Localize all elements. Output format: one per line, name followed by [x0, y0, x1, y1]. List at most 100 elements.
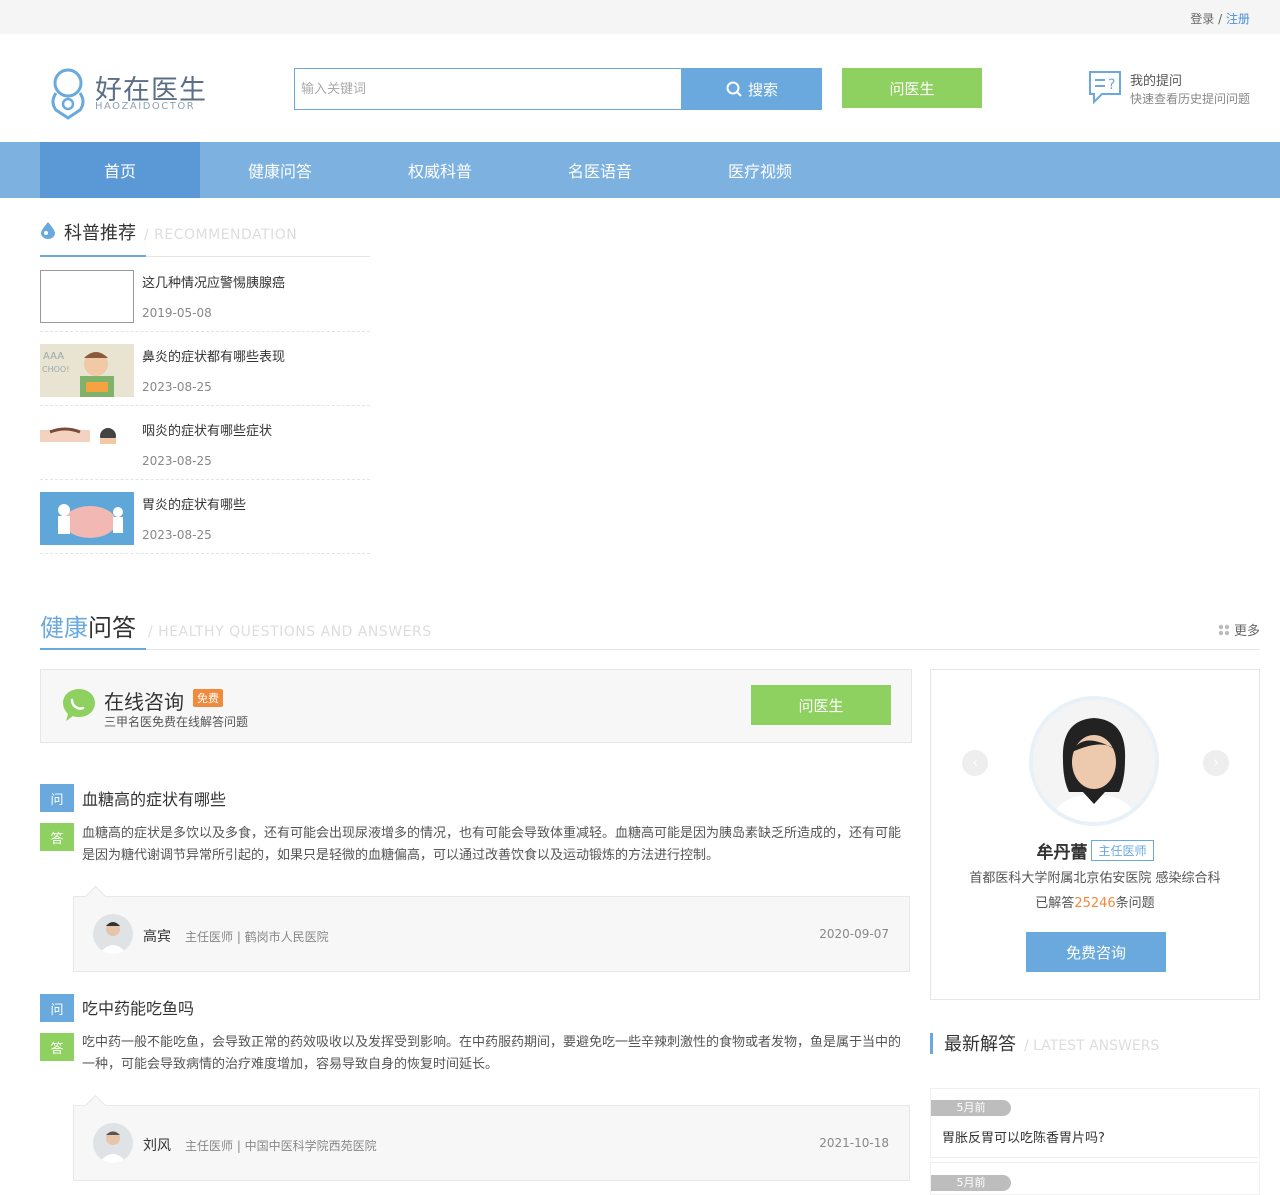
my-questions[interactable]: ? 我的提问 快速查看历史提问问题 — [1088, 68, 1258, 112]
more-link[interactable]: 更多 — [1218, 620, 1260, 639]
svg-text:?: ? — [1108, 77, 1115, 93]
latest-answers-header: 最新解答 / LATEST ANSWERS — [930, 1030, 1159, 1056]
recommend-item[interactable]: 这几种情况应警惕胰腺癌 2019-05-08 — [40, 258, 370, 332]
consult-ask-doctor-button[interactable]: 问医生 — [751, 685, 891, 725]
featured-doctor-name[interactable]: 牟丹蕾 — [1036, 838, 1087, 863]
consult-title: 在线咨询 — [104, 690, 184, 714]
article-date: 2023-08-25 — [142, 454, 212, 468]
article-thumbnail — [40, 418, 134, 471]
search-icon — [726, 81, 742, 97]
auth-separator: / — [1214, 12, 1226, 26]
answer-text: 血糖高的症状是多饮以及多食，还有可能会出现尿液增多的情况，也有可能会导致体重减轻… — [82, 826, 902, 863]
featured-doctor-title: 主任医师 — [1091, 840, 1154, 861]
answer-date: 2021-10-18 — [819, 1136, 889, 1150]
my-questions-title: 我的提问 — [1130, 74, 1183, 89]
article-title[interactable]: 鼻炎的症状都有哪些表现 — [142, 346, 285, 365]
answer-doctor-card: 刘风 主任医师 | 中国中医科学院西苑医院 2021-10-18 — [73, 1105, 910, 1181]
article-date: 2019-05-08 — [142, 306, 212, 320]
health-qa-title: 健康 问答 / HEALTHY QUESTIONS AND ANSWERS — [40, 608, 432, 643]
latest-answers-subtitle: / LATEST ANSWERS — [1024, 1038, 1160, 1054]
doctor-photo[interactable] — [1029, 696, 1159, 826]
recommend-title: 科普推荐 — [64, 223, 136, 244]
nav-item-health-qa[interactable]: 健康问答 — [200, 142, 360, 198]
recommend-item[interactable]: 胃炎的症状有哪些 2023-08-25 — [40, 480, 370, 554]
doctor-name-row: 牟丹蕾 主任医师 — [931, 838, 1259, 863]
featured-doctor-panel: ‹ › 牟丹蕾 主任医师 首都医科大学附属北京佑安医院 感染综合科 已解答252… — [930, 669, 1260, 1000]
doctor-info: 主任医师 | 中国中医科学院西苑医院 — [185, 1139, 377, 1153]
recommend-divider — [40, 255, 370, 257]
featured-doctor-hospital: 首都医科大学附属北京佑安医院 感染综合科 — [969, 871, 1221, 886]
question-tag: 问 — [40, 994, 74, 1022]
answer-tag: 答 — [40, 823, 74, 851]
login-link[interactable]: 登录 — [1190, 12, 1214, 26]
latest-answer-title[interactable]: 胃胀反胃可以吃陈香胃片吗? — [942, 1127, 1105, 1146]
register-link[interactable]: 注册 — [1226, 12, 1250, 26]
search-box — [294, 68, 682, 110]
article-thumbnail — [40, 492, 134, 545]
doctor-name[interactable]: 高宾 — [143, 926, 171, 946]
health-qa-title-part1: 健康 — [40, 614, 88, 642]
article-date: 2023-08-25 — [142, 528, 212, 542]
answered-prefix: 已解答 — [1035, 896, 1075, 911]
article-thumbnail: AAA CHOO! — [40, 344, 134, 397]
search-button-label: 搜索 — [747, 80, 778, 99]
next-arrow-icon[interactable]: › — [1203, 750, 1229, 776]
svg-text:AAA: AAA — [43, 351, 64, 362]
nav-item-home[interactable]: 首页 — [40, 142, 200, 198]
question-title[interactable]: 吃中药能吃鱼吗 — [82, 995, 194, 1019]
svg-text:CHOO!: CHOO! — [42, 365, 69, 374]
auth-links: 登录 / 注册 — [1190, 10, 1250, 27]
online-consult-banner: 在线咨询 免费 三甲名医免费在线解答问题 问医生 — [40, 669, 912, 743]
my-questions-desc: 快速查看历史提问问题 — [1130, 92, 1251, 106]
nav-item-voice[interactable]: 名医语音 — [520, 142, 680, 198]
answered-count: 25246 — [1074, 896, 1116, 911]
question-tag: 问 — [40, 784, 74, 812]
prev-arrow-icon[interactable]: ‹ — [962, 750, 988, 776]
drop-icon — [41, 222, 55, 239]
nav-item-video[interactable]: 医疗视频 — [680, 142, 840, 198]
time-ago-badge: 5月前 — [931, 1100, 1011, 1116]
answer-text: 吃中药一般不能吃鱼，会导致正常的药效吸收以及发挥受到影响。在中药服药期间，要避免… — [82, 1035, 902, 1072]
top-bar: 登录 / 注册 — [0, 0, 1280, 34]
recommend-subtitle: / RECOMMENDATION — [144, 227, 298, 243]
avatar[interactable] — [93, 1123, 133, 1163]
logo-subtitle: HAOZAIDOCTOR — [95, 101, 196, 112]
answer-date: 2020-09-07 — [819, 927, 889, 941]
article-title[interactable]: 这几种情况应警惕胰腺癌 — [142, 272, 285, 291]
answer-tag: 答 — [40, 1033, 74, 1061]
nav-item-science[interactable]: 权威科普 — [360, 142, 520, 198]
latest-answers-title: 最新解答 — [944, 1034, 1016, 1055]
ask-doctor-button[interactable]: 问医生 — [842, 68, 982, 108]
article-thumbnail — [40, 270, 134, 323]
more-label: 更多 — [1233, 624, 1260, 639]
recommend-header: 科普推荐 / RECOMMENDATION — [40, 219, 297, 245]
latest-answer-item[interactable]: 5月前 胃胀反胃可以吃陈香胃片吗? — [930, 1088, 1260, 1158]
health-qa-title-part2: 问答 — [88, 614, 136, 642]
answered-suffix: 条问题 — [1115, 896, 1155, 911]
recommend-item[interactable]: AAA CHOO! 鼻炎的症状都有哪些表现 2023-08-25 — [40, 332, 370, 406]
consult-desc: 三甲名医免费在线解答问题 — [104, 715, 249, 729]
site-header: 好在医生 HAOZAIDOCTOR 搜索 问医生 ? 我的提问 快速查看历史提问… — [0, 34, 1280, 142]
site-logo[interactable]: 好在医生 HAOZAIDOCTOR — [48, 68, 218, 120]
chat-bubble-icon — [63, 689, 95, 721]
time-ago-badge: 5月前 — [931, 1175, 1011, 1191]
article-title[interactable]: 咽炎的症状有哪些症状 — [142, 420, 272, 439]
health-qa-subtitle: / HEALTHY QUESTIONS AND ANSWERS — [148, 624, 432, 640]
recommend-item[interactable]: 咽炎的症状有哪些症状 2023-08-25 — [40, 406, 370, 480]
health-qa-header: 健康 问答 / HEALTHY QUESTIONS AND ANSWERS 更多 — [40, 608, 1260, 650]
free-badge: 免费 — [193, 689, 223, 707]
main-nav: 首页 健康问答 权威科普 名医语音 医疗视频 — [0, 142, 1280, 198]
question-title[interactable]: 血糖高的症状有哪些 — [82, 786, 226, 810]
latest-answer-item[interactable]: 5月前 — [930, 1162, 1260, 1195]
avatar[interactable] — [93, 914, 133, 954]
doctor-info: 主任医师 | 鹤岗市人民医院 — [185, 930, 329, 944]
article-title[interactable]: 胃炎的症状有哪些 — [142, 494, 246, 513]
featured-doctor-answered: 已解答25246条问题 — [931, 892, 1259, 911]
article-date: 2023-08-25 — [142, 380, 212, 394]
doctor-name[interactable]: 刘风 — [143, 1135, 171, 1155]
free-consult-button[interactable]: 免费咨询 — [1026, 932, 1166, 972]
search-button[interactable]: 搜索 — [682, 68, 822, 110]
logo-icon — [51, 68, 85, 120]
grid-icon — [1218, 624, 1230, 635]
search-input[interactable] — [295, 69, 681, 109]
